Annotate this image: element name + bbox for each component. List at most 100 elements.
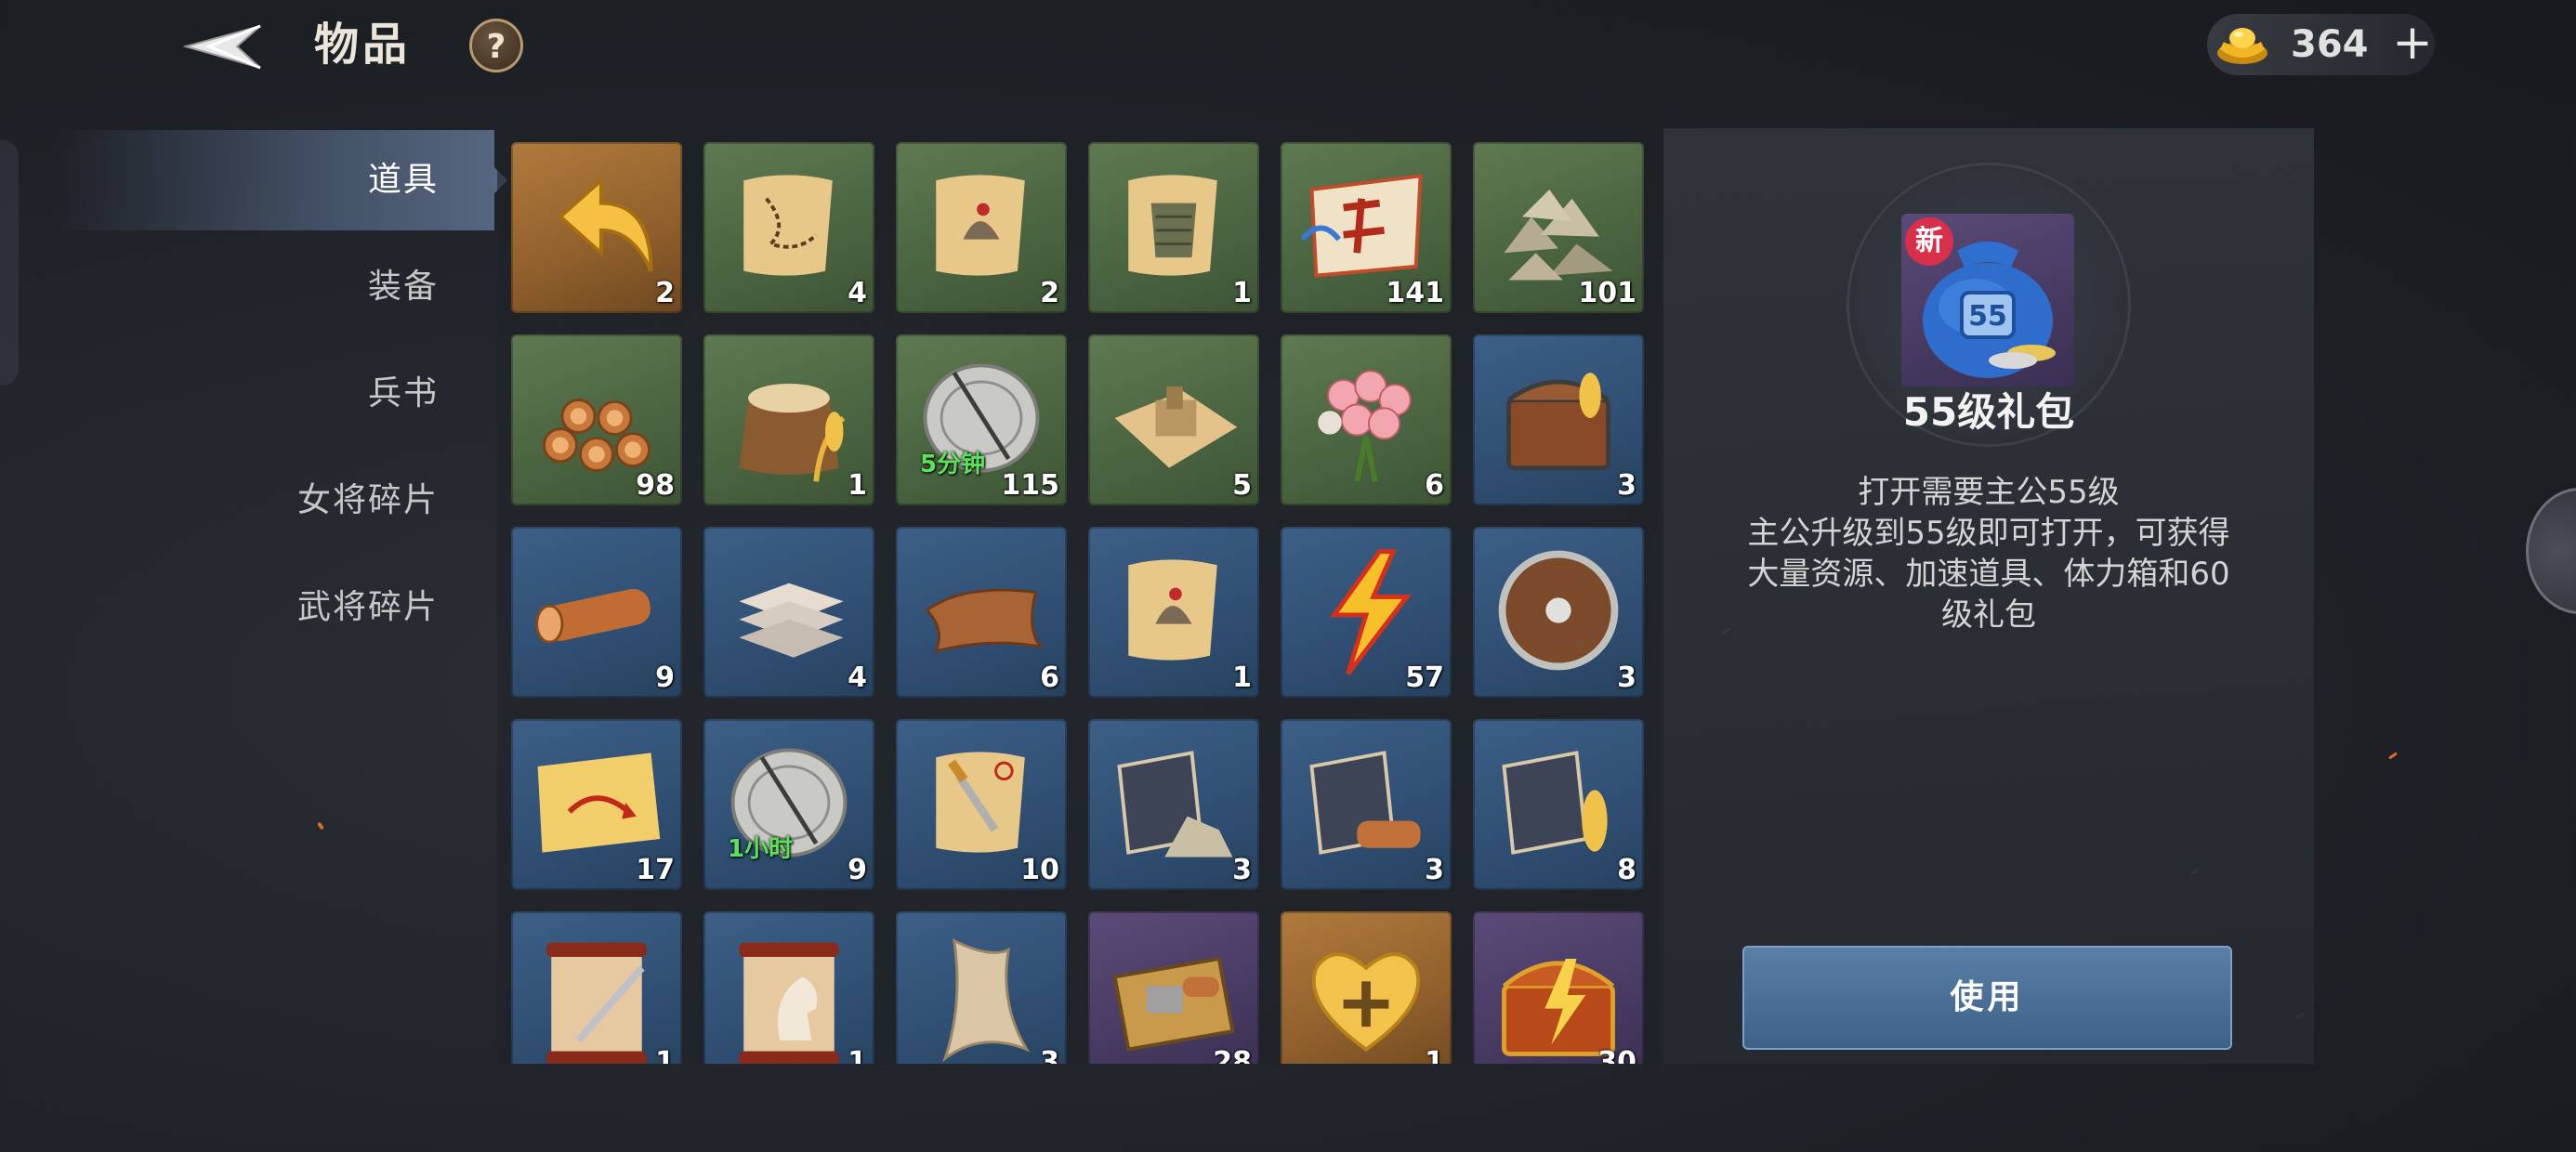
- use-button[interactable]: 使用: [1742, 946, 2232, 1050]
- silk-cloth-icon: [909, 923, 1054, 1064]
- item-card[interactable]: 1: [1088, 142, 1259, 313]
- category-label: 装备: [367, 268, 439, 306]
- item-card[interactable]: 3: [1473, 527, 1644, 698]
- item-count: 2: [1040, 277, 1059, 309]
- item-card[interactable]: 1小时 9: [703, 719, 874, 890]
- category-tab-props[interactable]: 道具: [56, 130, 507, 230]
- scroll-helmet-icon: [909, 153, 1054, 298]
- add-currency-button[interactable]: +: [2386, 14, 2438, 75]
- wood-book-icon: [1294, 730, 1439, 875]
- category-tab-war-books[interactable]: 兵书: [56, 344, 494, 451]
- item-count: 1: [655, 1046, 675, 1064]
- item-count: 9: [848, 854, 867, 886]
- grain-sack-icon: [716, 346, 861, 491]
- item-card[interactable]: 4: [703, 142, 874, 313]
- item-count: 30: [1597, 1046, 1636, 1064]
- item-grid-panel: 2 4 2 1 141 101 98 1 5分钟 115 5 6 3 9 4 6 1 57 3 17 1小时 9 10 3 3 8…: [497, 130, 1659, 1064]
- detail-requirement: 打开需要主公55级: [1858, 474, 2120, 511]
- item-card[interactable]: 17: [511, 719, 682, 890]
- item-count: 1: [1232, 277, 1252, 309]
- treasure-chest-icon: [1486, 923, 1631, 1064]
- item-card[interactable]: 1: [703, 334, 874, 505]
- currency-amount: 364: [2291, 23, 2369, 66]
- grain-book-icon: [1486, 730, 1631, 875]
- leather-icon: [909, 538, 1054, 683]
- item-card[interactable]: 98: [511, 334, 682, 505]
- item-count: 1: [1425, 1046, 1444, 1064]
- item-count: 9: [655, 661, 675, 694]
- horse-scroll-icon: [716, 923, 861, 1064]
- item-timer-label: 1小时: [728, 835, 794, 863]
- item-card[interactable]: 2: [896, 142, 1067, 313]
- category-label: 道具: [367, 161, 439, 199]
- category-nav: 道具 装备 兵书 女将碎片 武将碎片: [56, 130, 507, 664]
- side-edge-tab: [0, 139, 19, 386]
- item-count: 2: [655, 277, 675, 309]
- item-card[interactable]: 10: [896, 719, 1067, 890]
- help-button[interactable]: ?: [469, 19, 523, 72]
- item-card[interactable]: 9: [511, 527, 682, 698]
- item-card[interactable]: 3: [896, 911, 1067, 1064]
- item-count: 115: [1001, 469, 1059, 502]
- gift-level-badge: 55: [1968, 300, 2007, 333]
- item-detail-panel: 55 新 55级礼包 打开需要主公55级 主公升级到55级即可打开，可获得大量资…: [1663, 128, 2314, 1064]
- item-count: 1: [848, 1046, 867, 1064]
- item-count: 98: [636, 469, 675, 502]
- gold-ingot-icon: [2217, 28, 2267, 64]
- new-badge: 新: [1905, 217, 1953, 266]
- item-card[interactable]: 101: [1473, 142, 1644, 313]
- item-card[interactable]: 5: [1088, 334, 1259, 505]
- resource-crate-icon: [1101, 923, 1246, 1064]
- single-log-icon: [524, 538, 669, 683]
- item-card[interactable]: 57: [1281, 527, 1452, 698]
- rose-bouquet-icon: [1294, 346, 1439, 491]
- item-card[interactable]: 3: [1088, 719, 1259, 890]
- return-arrow-icon: [524, 153, 669, 298]
- item-card[interactable]: 4: [703, 527, 874, 698]
- round-shield-icon: [1486, 538, 1631, 683]
- item-count: 5: [1232, 469, 1252, 502]
- item-grid: 2 4 2 1 141 101 98 1 5分钟 115 5 6 3 9 4 6 1 57 3 17 1小时 9 10 3 3 8…: [511, 142, 1644, 1064]
- item-timer-label: 5分钟: [920, 451, 986, 478]
- item-card[interactable]: 3: [1473, 334, 1644, 505]
- scroll-map-icon: [716, 153, 861, 298]
- category-label: 女将碎片: [296, 481, 439, 519]
- item-count: 1: [1232, 661, 1252, 694]
- item-count: 3: [1040, 1046, 1059, 1064]
- item-count: 4: [848, 277, 867, 309]
- ember-spark: [2388, 752, 2398, 760]
- item-count: 57: [1405, 661, 1444, 694]
- item-card[interactable]: 5分钟 115: [896, 334, 1067, 505]
- heart-plus-icon: [1294, 923, 1439, 1064]
- item-card[interactable]: 3: [1281, 719, 1452, 890]
- category-label: 武将碎片: [296, 588, 439, 626]
- item-card[interactable]: 6: [1281, 334, 1452, 505]
- category-label: 兵书: [367, 374, 439, 412]
- right-edge-button[interactable]: [2526, 488, 2576, 614]
- category-tab-heroine-shards[interactable]: 女将碎片: [56, 451, 494, 557]
- item-count: 3: [1617, 469, 1636, 502]
- item-card[interactable]: 28: [1088, 911, 1259, 1064]
- page-title: 物品: [314, 19, 412, 71]
- item-card[interactable]: 1: [1088, 527, 1259, 698]
- back-arrow-icon: [182, 24, 261, 70]
- grain-chest-icon: [1486, 346, 1631, 491]
- item-card[interactable]: 1: [1281, 911, 1452, 1064]
- item-card[interactable]: 1: [703, 911, 874, 1064]
- category-tab-general-shards[interactable]: 武将碎片: [56, 557, 494, 664]
- item-card[interactable]: 6: [896, 527, 1067, 698]
- category-tab-equipment[interactable]: 装备: [56, 237, 494, 344]
- item-card[interactable]: 141: [1281, 142, 1452, 313]
- item-count: 8: [1617, 854, 1636, 886]
- item-count: 4: [848, 661, 867, 694]
- item-card[interactable]: 30: [1473, 911, 1644, 1064]
- item-card[interactable]: 8: [1473, 719, 1644, 890]
- ruins-map-icon: [1101, 346, 1246, 491]
- item-card[interactable]: 2: [511, 142, 682, 313]
- item-count: 17: [636, 854, 675, 886]
- detail-item-name: 55级礼包: [1902, 389, 2075, 435]
- item-card[interactable]: 1: [511, 911, 682, 1064]
- back-button[interactable]: [172, 17, 274, 77]
- detail-description: 打开需要主公55级 主公升级到55级即可打开，可获得大量资源、加速道具、体力箱和…: [1738, 472, 2240, 635]
- scroll-armor-icon: [1101, 153, 1246, 298]
